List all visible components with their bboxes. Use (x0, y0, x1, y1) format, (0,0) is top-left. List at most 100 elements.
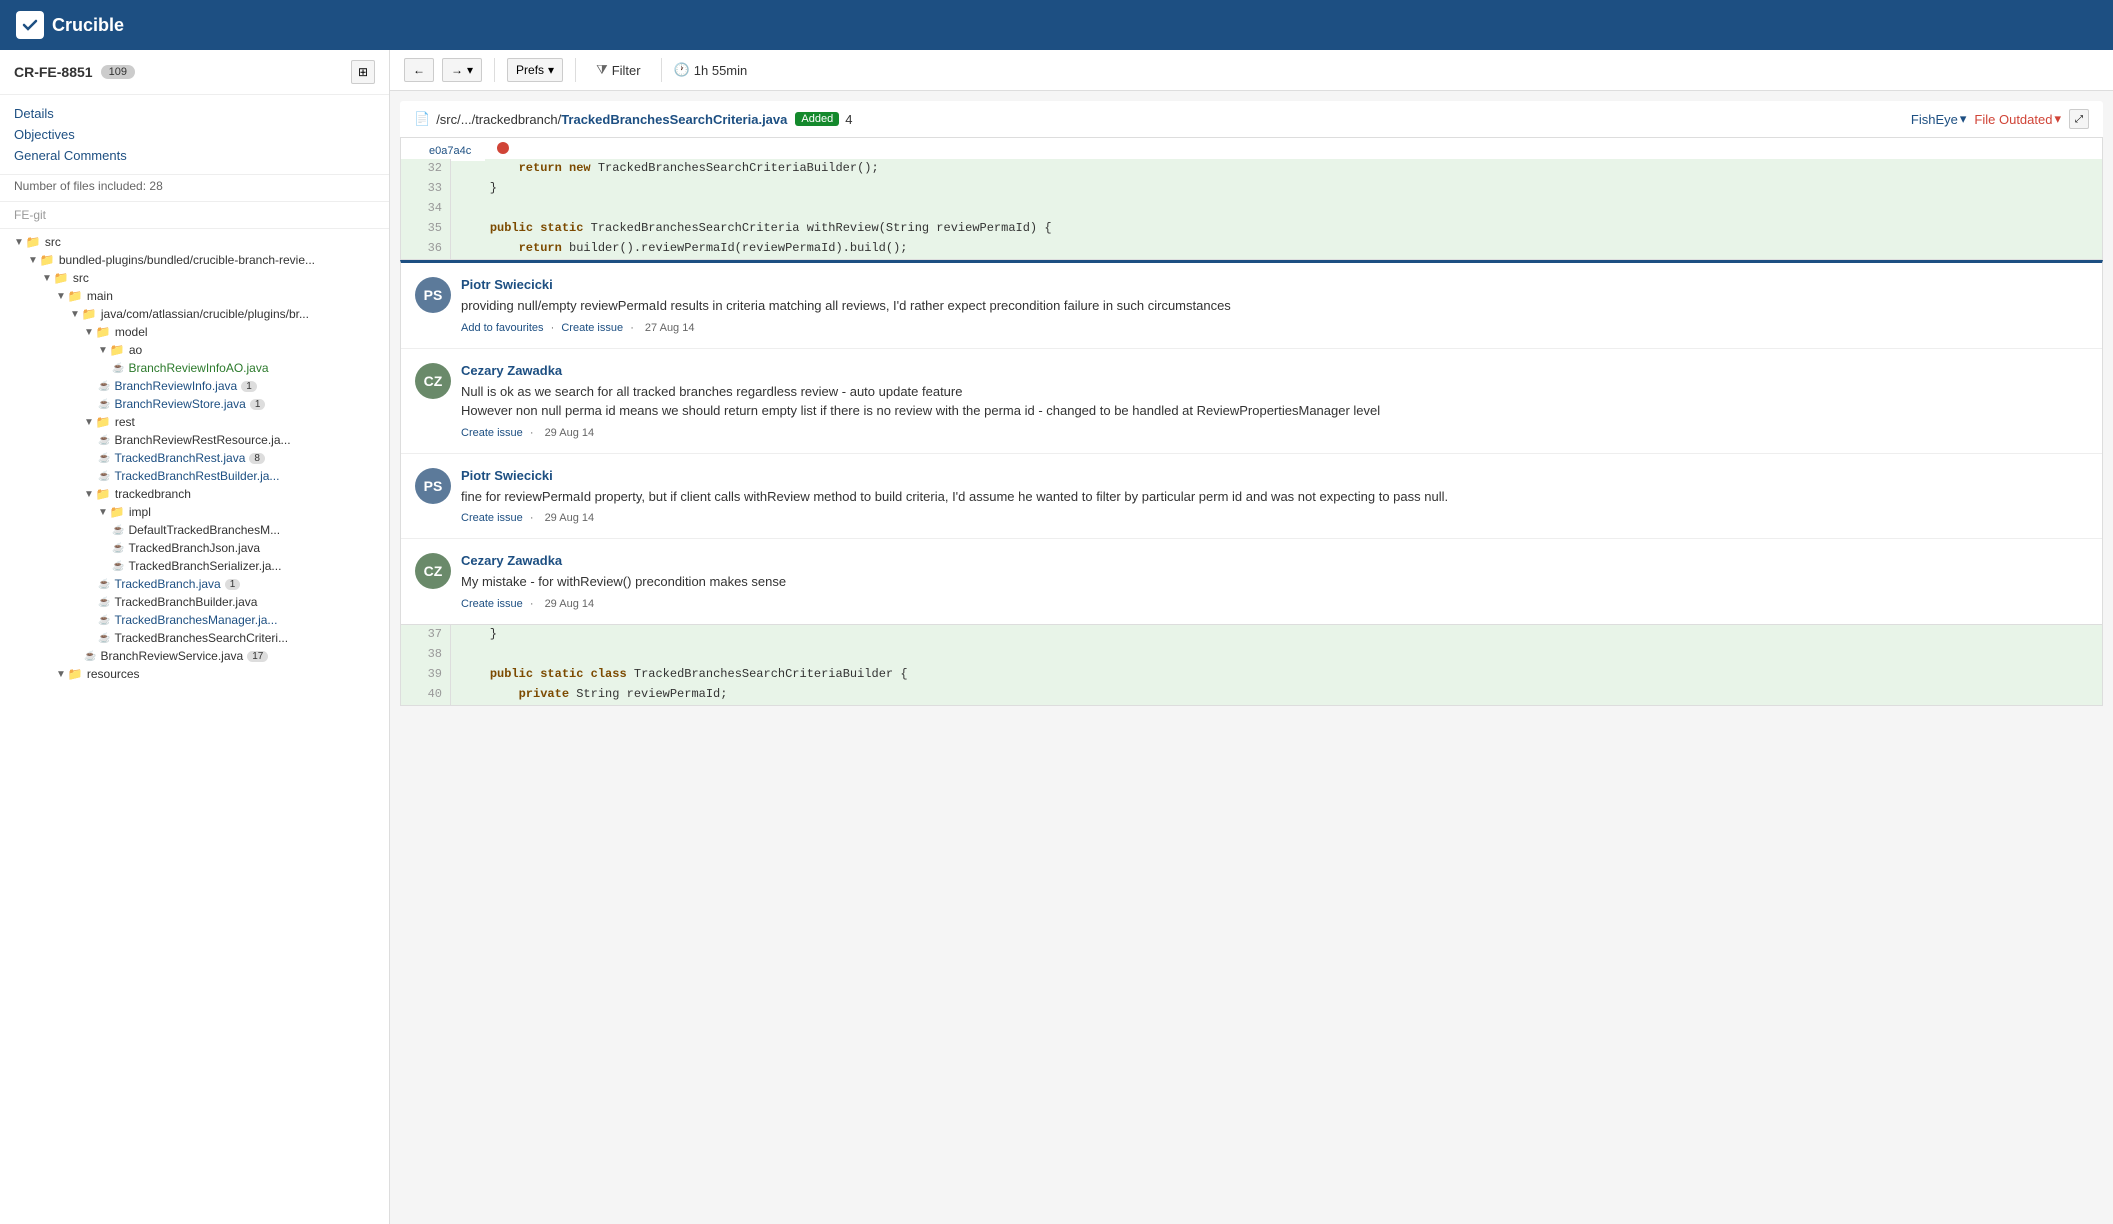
expand-icon: ⤢ (2075, 114, 2083, 125)
comment-body: Piotr Swiecicki fine for reviewPermaId p… (461, 468, 2088, 525)
file-outdated-chevron-icon: ▾ (2054, 111, 2061, 127)
sidebar-expand-button[interactable]: ⊞ (351, 60, 375, 84)
tree-item-file-ao[interactable]: ☕ BranchReviewInfoAO.java (0, 359, 389, 377)
tree-item-file-brs[interactable]: ☕ BranchReviewStore.java 1 (0, 395, 389, 413)
time-label: 1h 55min (694, 63, 747, 78)
sidebar-header: CR-FE-8851 109 ⊞ (0, 50, 389, 95)
file-tree: ▼ 📁 src ▼ 📁 bundled-plugins/bundled/cruc… (0, 229, 389, 687)
comment-date: 27 Aug 14 (645, 322, 695, 334)
tree-item-rest[interactable]: ▼ 📁 rest (0, 413, 389, 431)
tree-item-file-tbsc[interactable]: ☕ TrackedBranchesSearchCriteri... (0, 629, 389, 647)
tree-label: TrackedBranchJson.java (128, 541, 260, 555)
tree-label: TrackedBranchBuilder.java (114, 595, 257, 609)
fisheye-button[interactable]: FishEye ▾ (1911, 111, 1967, 127)
toolbar-separator (494, 58, 495, 82)
tree-item-trackedbranch[interactable]: ▼ 📁 trackedbranch (0, 485, 389, 503)
create-issue-link[interactable]: Create issue (461, 598, 523, 610)
tree-item-java[interactable]: ▼ 📁 java/com/atlassian/crucible/plugins/… (0, 305, 389, 323)
tree-item-file-tbb[interactable]: ☕ TrackedBranchBuilder.java (0, 593, 389, 611)
tree-item-file-tbs[interactable]: ☕ TrackedBranchSerializer.ja... (0, 557, 389, 575)
toolbar-separator (575, 58, 576, 82)
tree-item-file-tbrb[interactable]: ☕ TrackedBranchRestBuilder.ja... (0, 467, 389, 485)
comment-date: 29 Aug 14 (545, 598, 595, 610)
file-badge: 17 (247, 651, 268, 662)
tree-item-bundled[interactable]: ▼ 📁 bundled-plugins/bundled/crucible-bra… (0, 251, 389, 269)
comment-author[interactable]: Piotr Swiecicki (461, 277, 2088, 292)
file-badge: 1 (225, 579, 241, 590)
avatar: CZ (415, 553, 451, 589)
tree-item-src[interactable]: ▼ 📁 src (0, 233, 389, 251)
file-comment-count: 4 (845, 112, 852, 127)
comment-text: My mistake - for withReview() preconditi… (461, 572, 2088, 592)
file-path-prefix: /src/.../trackedbranch/ (436, 112, 561, 127)
tree-label: model (115, 325, 148, 339)
file-icon: ☕ (84, 651, 96, 662)
create-issue-link[interactable]: Create issue (461, 512, 523, 524)
file-icon: ☕ (98, 381, 110, 392)
comment-item: PS Piotr Swiecicki providing null/empty … (401, 263, 2102, 349)
code-line: 39 public static class TrackedBranchesSe… (401, 665, 2102, 685)
folder-icon: 📁 (96, 487, 111, 501)
tree-item-file-bri[interactable]: ☕ BranchReviewInfo.java 1 (0, 377, 389, 395)
file-actions: FishEye ▾ File Outdated ▾ ⤢ (1911, 109, 2089, 129)
prefs-label: Prefs (516, 63, 544, 77)
comment-item: CZ Cezary Zawadka My mistake - for withR… (401, 539, 2102, 624)
comment-text: fine for reviewPermaId property, but if … (461, 487, 2088, 507)
tree-label: BranchReviewStore.java (114, 397, 245, 411)
separator: · (530, 427, 537, 439)
file-outdated-label: File Outdated (1974, 112, 2052, 127)
tree-label: TrackedBranchesManager.ja... (114, 613, 277, 627)
nav-back-button[interactable]: ← (404, 58, 434, 82)
tree-item-file-brsvc[interactable]: ☕ BranchReviewService.java 17 (0, 647, 389, 665)
code-content: return builder().reviewPermaId(reviewPer… (451, 239, 917, 259)
nav-objectives[interactable]: Objectives (14, 124, 375, 145)
folder-icon: 📁 (110, 343, 125, 357)
tree-item-model[interactable]: ▼ 📁 model (0, 323, 389, 341)
tree-label: resources (87, 667, 140, 681)
commit-hash[interactable]: e0a7a4c (415, 141, 485, 161)
tree-item-main[interactable]: ▼ 📁 main (0, 287, 389, 305)
tree-item-file-dtbm[interactable]: ☕ DefaultTrackedBranchesM... (0, 521, 389, 539)
tree-item-src2[interactable]: ▼ 📁 src (0, 269, 389, 287)
code-section-top: 32 return new TrackedBranchesSearchCrite… (400, 159, 2103, 260)
tree-item-file-tbr[interactable]: ☕ TrackedBranchRest.java 8 (0, 449, 389, 467)
tree-item-file-tbmgr[interactable]: ☕ TrackedBranchesManager.ja... (0, 611, 389, 629)
comment-author[interactable]: Piotr Swiecicki (461, 468, 2088, 483)
nav-details[interactable]: Details (14, 103, 375, 124)
sidebar-nav: Details Objectives General Comments (0, 95, 389, 175)
tree-item-ao[interactable]: ▼ 📁 ao (0, 341, 389, 359)
file-path-container: 📄 /src/.../trackedbranch/TrackedBranches… (414, 111, 852, 127)
create-issue-link[interactable]: Create issue (461, 427, 523, 439)
add-to-favourites-link[interactable]: Add to favourites (461, 322, 544, 334)
folder-icon: 📁 (110, 505, 125, 519)
comment-author[interactable]: Cezary Zawadka (461, 553, 2088, 568)
tree-item-file-tb[interactable]: ☕ TrackedBranch.java 1 (0, 575, 389, 593)
prefs-button[interactable]: Prefs ▾ (507, 58, 563, 82)
nav-general-comments[interactable]: General Comments (14, 145, 375, 166)
fisheye-chevron-icon: ▾ (1960, 111, 1967, 127)
review-id-container: CR-FE-8851 109 (14, 64, 135, 80)
file-icon: ☕ (98, 453, 110, 464)
file-outdated-button[interactable]: File Outdated ▾ (1974, 111, 2061, 127)
code-line: 32 return new TrackedBranchesSearchCrite… (401, 159, 2102, 179)
prefs-chevron-icon: ▾ (548, 63, 554, 77)
nav-forward-button[interactable]: → ▾ (442, 58, 482, 82)
tree-item-resources[interactable]: ▼ 📁 resources (0, 665, 389, 683)
create-issue-link[interactable]: Create issue (561, 322, 623, 334)
expand-collapse-button[interactable]: ⤢ (2069, 109, 2089, 129)
comment-body: Piotr Swiecicki providing null/empty rev… (461, 277, 2088, 334)
tree-item-file-brrr[interactable]: ☕ BranchReviewRestResource.ja... (0, 431, 389, 449)
file-path-filename: TrackedBranchesSearchCriteria.java (561, 112, 787, 127)
file-added-badge: Added (795, 112, 839, 126)
separator: · (530, 598, 537, 610)
folder-icon: 📁 (82, 307, 97, 321)
code-content: } (451, 625, 507, 645)
tree-label: TrackedBranch.java (114, 577, 220, 591)
file-icon: ☕ (98, 615, 110, 626)
filter-button[interactable]: ⧩ Filter (588, 58, 649, 82)
tree-item-impl[interactable]: ▼ 📁 impl (0, 503, 389, 521)
arrow-right-icon: → (451, 63, 463, 77)
tree-item-file-tbj[interactable]: ☕ TrackedBranchJson.java (0, 539, 389, 557)
comment-author[interactable]: Cezary Zawadka (461, 363, 2088, 378)
content-panel: ← → ▾ Prefs ▾ ⧩ Filter 🕐 1h 55min (390, 50, 2113, 1224)
